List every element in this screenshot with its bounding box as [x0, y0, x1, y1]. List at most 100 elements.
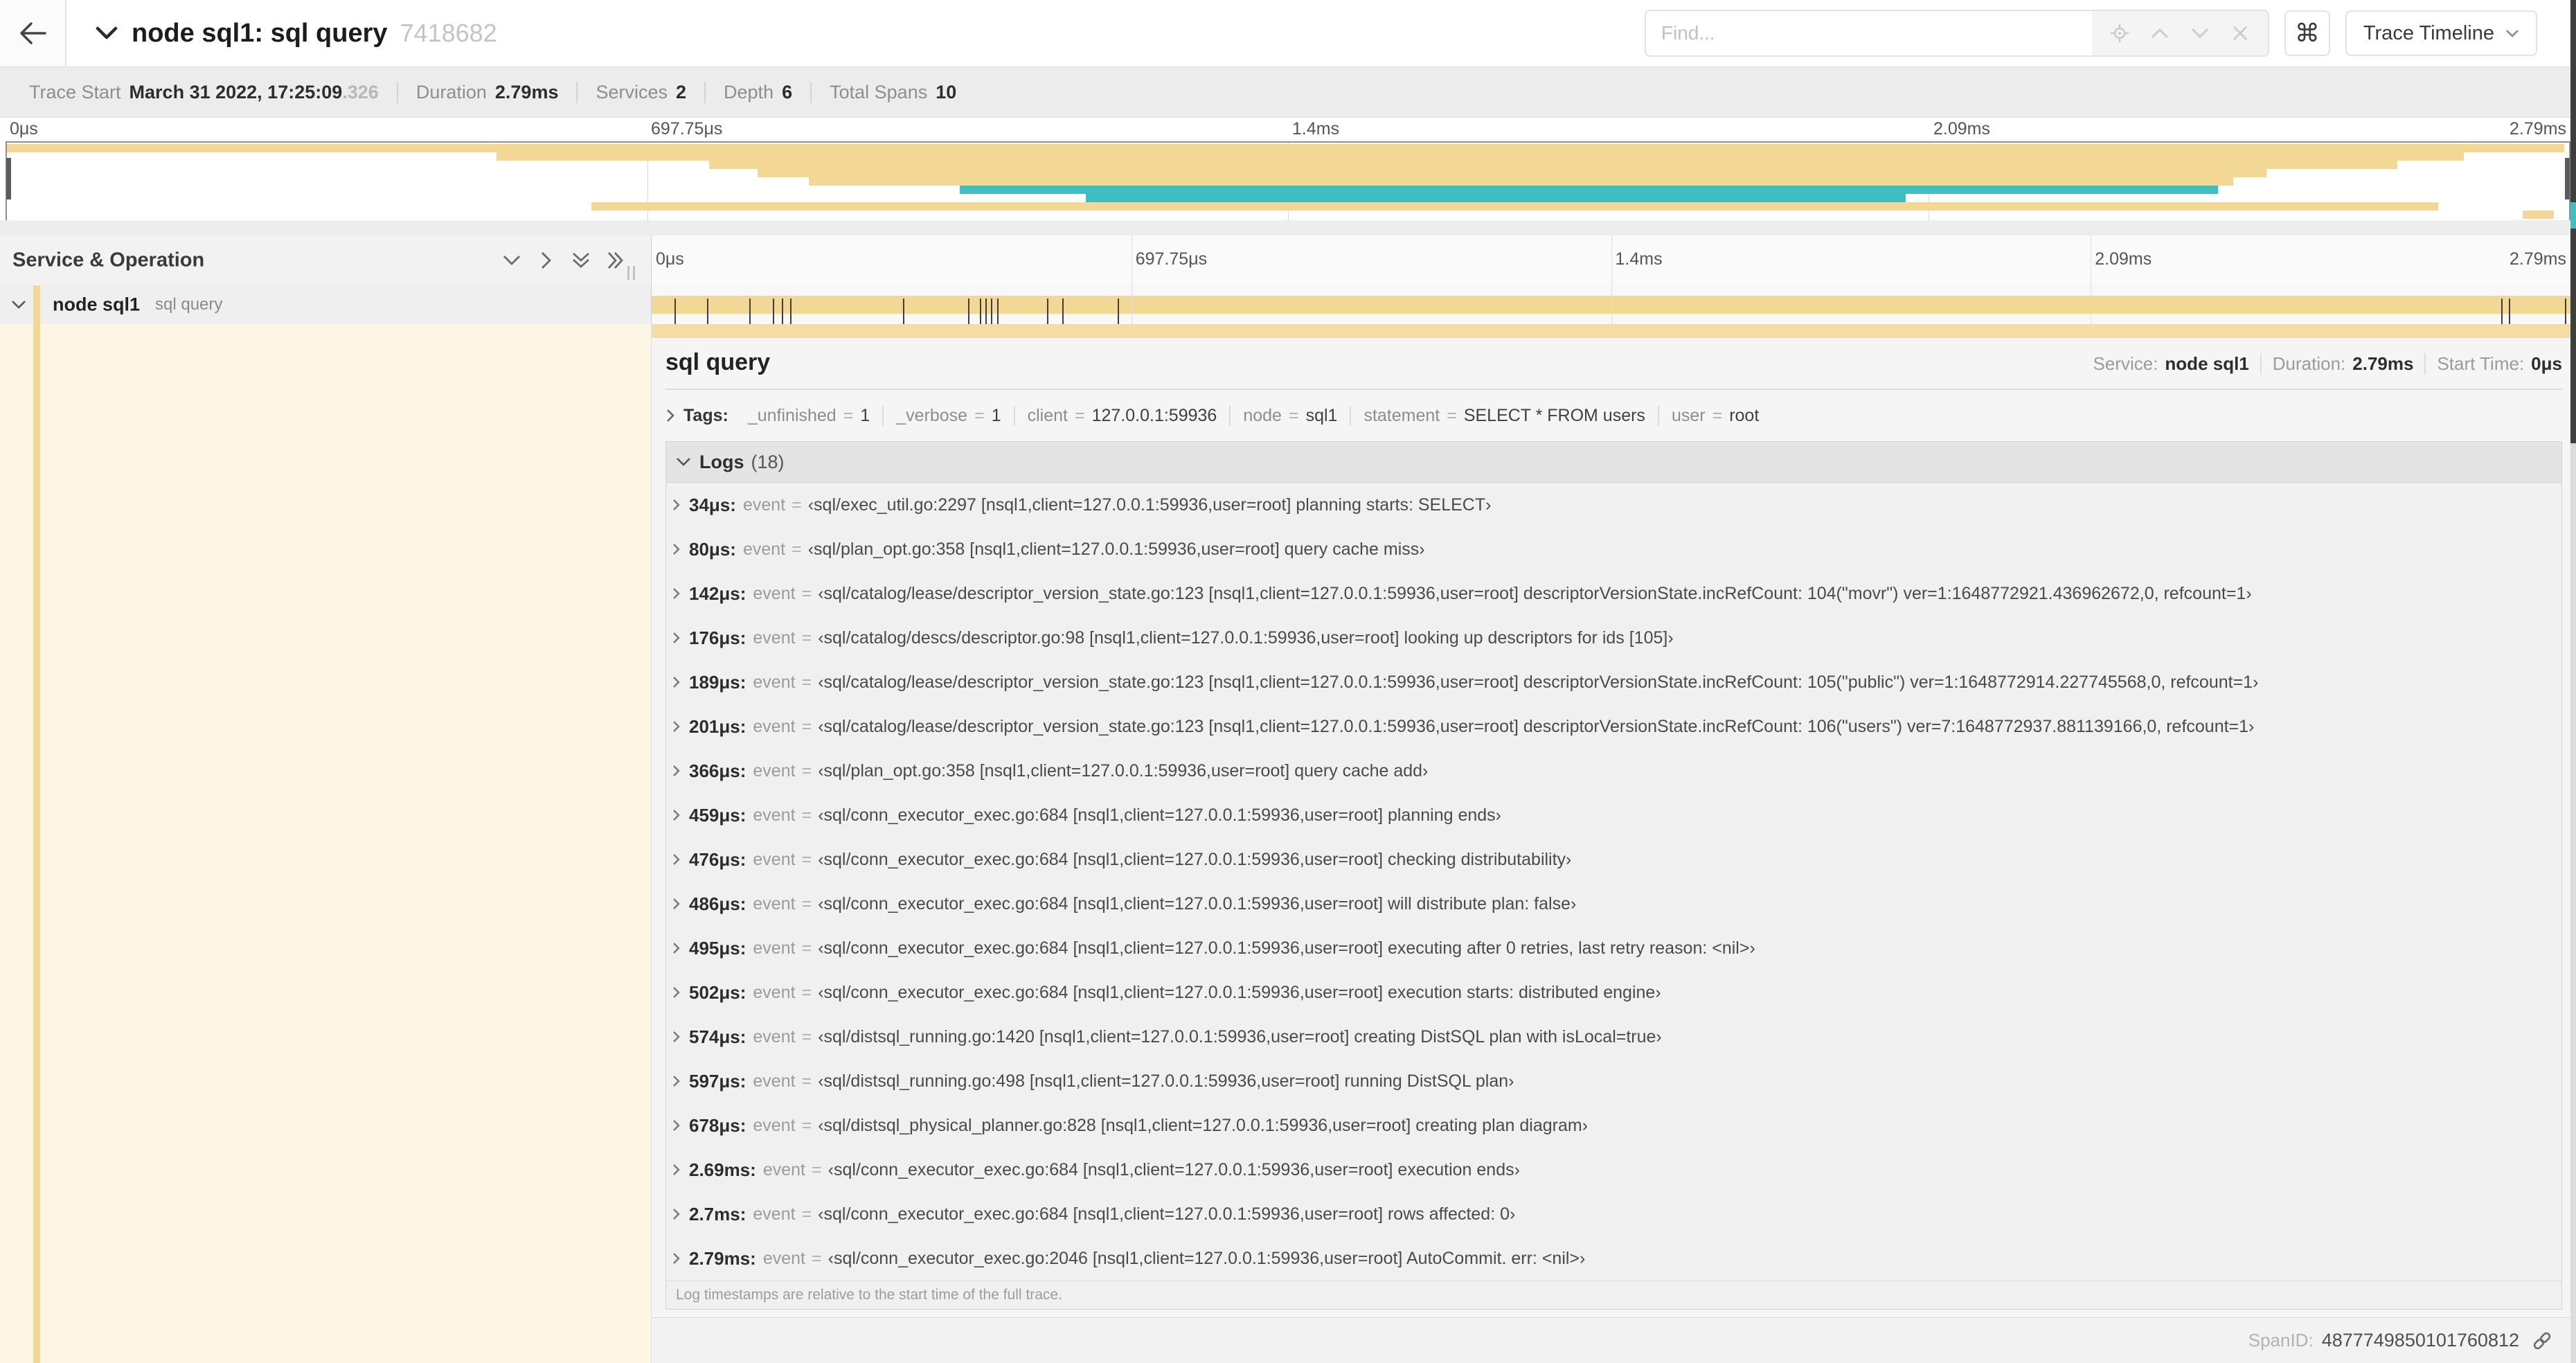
log-field-key: event	[753, 1071, 796, 1091]
log-field-key: event	[742, 495, 786, 515]
log-entry[interactable]: 201μs: event = ‹sql/catalog/lease/descripto…	[666, 704, 2561, 749]
prev-result-icon[interactable]	[2142, 15, 2178, 51]
log-message: ‹sql/catalog/lease/descriptor_version_st…	[818, 583, 2252, 603]
chevron-right-icon	[673, 1209, 680, 1220]
log-entry[interactable]: 2.69ms: event = ‹sql/conn_executor_exec.go:…	[666, 1148, 2561, 1192]
collapse-one-icon[interactable]	[501, 250, 522, 271]
tag-key: _verbose	[896, 405, 968, 425]
find-input[interactable]	[1645, 11, 2092, 55]
summary-item-label: Depth	[724, 81, 774, 103]
log-timestamp: 502μs:	[689, 981, 746, 1003]
keyboard-shortcuts-button[interactable]: ⌘	[2284, 10, 2330, 56]
find-result-controls	[2091, 11, 2268, 55]
span-row-node-sql1[interactable]: node sql1 sql query	[0, 285, 2576, 331]
timeline-tick-label: 1.4ms	[1615, 249, 1663, 269]
summary-item-label: Trace Start	[29, 81, 121, 103]
tag-key: user	[1671, 405, 1706, 425]
column-resizer-grip[interactable]	[627, 266, 635, 280]
log-entry[interactable]: 597μs: event = ‹sql/distsql_running.go:498 …	[666, 1059, 2561, 1103]
clear-search-icon[interactable]	[2222, 15, 2258, 51]
timeline-gridline	[1611, 285, 1612, 324]
chevron-right-icon	[673, 810, 680, 821]
log-entry[interactable]: 495μs: event = ‹sql/conn_executor_exec.go:6…	[666, 926, 2561, 970]
tag-key: node	[1243, 405, 1282, 425]
tag-item: statement = SELECT * FROM users	[1350, 405, 1658, 426]
span-row-name-cell[interactable]: node sql1 sql query	[0, 285, 652, 324]
log-timestamp: 201μs:	[689, 715, 746, 737]
log-message: ‹sql/distsql_running.go:1420 [nsql1,clie…	[818, 1026, 1662, 1046]
log-message: ‹sql/distsql_running.go:498 [nsql1,clien…	[818, 1071, 1514, 1091]
span-color-stripe	[33, 285, 40, 324]
viewrange-right-handle[interactable]	[2565, 158, 2570, 199]
log-equals: =	[812, 1159, 822, 1179]
log-message: ‹sql/conn_executor_exec.go:2046 [nsql1,c…	[828, 1248, 1586, 1268]
log-message: ‹sql/distsql_physical_planner.go:828 [ns…	[818, 1115, 1589, 1135]
tags-toggle[interactable]: Tags:	[665, 406, 735, 426]
span-collapse-chevron-icon[interactable]	[11, 300, 26, 310]
minimap-canvas[interactable]	[6, 141, 2570, 222]
page-scrollbar[interactable]	[2570, 0, 2576, 1363]
log-entry[interactable]: 678μs: event = ‹sql/distsql_physical_planne…	[666, 1103, 2561, 1148]
log-timestamp: 495μs:	[689, 937, 746, 959]
focus-result-icon[interactable]	[2102, 15, 2138, 51]
trace-view-selector[interactable]: Trace Timeline	[2345, 10, 2537, 56]
expand-one-icon[interactable]	[536, 250, 557, 271]
span-detail-panel: sql query Service: node sql1 Duration: 2.79…	[665, 338, 2562, 1317]
log-field-key: event	[753, 982, 796, 1002]
viewrange-left-handle[interactable]	[6, 158, 11, 199]
back-button[interactable]	[0, 0, 66, 66]
log-entry[interactable]: 176μs: event = ‹sql/catalog/descs/descripto…	[666, 616, 2561, 660]
span-service-name: node sql1	[53, 294, 141, 315]
log-entry[interactable]: 80μs: event = ‹sql/plan_opt.go:358 [nsql1,c…	[666, 527, 2561, 571]
log-message: ‹sql/catalog/descs/descriptor.go:98 [nsq…	[818, 627, 1674, 648]
logs-header[interactable]: Logs (18)	[666, 442, 2561, 483]
chevron-right-icon	[673, 898, 680, 909]
tag-equals: =	[1447, 405, 1457, 425]
timeline-tick-label: 0μs	[10, 119, 38, 139]
log-entry[interactable]: 459μs: event = ‹sql/conn_executor_exec.go:6…	[666, 793, 2561, 837]
log-entry[interactable]: 2.79ms: event = ‹sql/conn_executor_exec.go:…	[666, 1236, 2561, 1281]
tag-value: sql1	[1305, 405, 1338, 425]
tag-equals: =	[1712, 405, 1723, 425]
tag-item: client = 127.0.0.1:59936	[1013, 405, 1230, 426]
log-timestamp: 2.69ms:	[689, 1159, 756, 1180]
log-entry[interactable]: 574μs: event = ‹sql/distsql_running.go:1420…	[666, 1015, 2561, 1059]
log-equals: =	[812, 1248, 822, 1268]
log-field-key: event	[753, 627, 796, 648]
copy-link-icon[interactable]	[2530, 1329, 2554, 1353]
collapse-all-icon[interactable]	[571, 250, 591, 271]
timeline-tick-label: 2.79ms	[2510, 119, 2566, 139]
log-field-key: event	[753, 893, 796, 914]
log-message: ‹sql/conn_executor_exec.go:684 [nsql1,cl…	[828, 1159, 1520, 1179]
timeline-tick-label: 697.75μs	[651, 119, 723, 139]
minimap-span-bar	[708, 161, 2398, 169]
log-entry[interactable]: 486μs: event = ‹sql/conn_executor_exec.go:6…	[666, 882, 2561, 926]
span-row-timeline-cell[interactable]	[652, 285, 2570, 331]
detail-meta-item: Duration: 2.79ms	[2260, 353, 2425, 375]
log-timestamp: 597μs:	[689, 1070, 746, 1092]
tag-item: user = root	[1657, 405, 1771, 426]
log-entry[interactable]: 476μs: event = ‹sql/conn_executor_exec.go:6…	[666, 837, 2561, 882]
logs-title: Logs	[699, 451, 744, 472]
tags-row: Tags: _unfinished = 1 _verbose = 1 client = 127.…	[665, 401, 2562, 430]
expand-all-icon[interactable]	[605, 250, 626, 271]
log-equals: =	[801, 1204, 812, 1224]
log-equals: =	[791, 539, 802, 559]
chevron-right-icon	[673, 765, 680, 776]
detail-meta-value: 0μs	[2531, 353, 2562, 374]
next-result-icon[interactable]	[2182, 15, 2218, 51]
detail-meta-label: Service:	[2093, 353, 2158, 374]
span-id-label: SpanID:	[2248, 1330, 2314, 1351]
log-entry[interactable]: 189μs: event = ‹sql/catalog/lease/descripto…	[666, 660, 2561, 704]
collapse-trace-chevron-icon[interactable]	[96, 26, 118, 40]
log-field-key: event	[753, 1115, 796, 1135]
log-entry[interactable]: 2.7ms: event = ‹sql/conn_executor_exec.go:6…	[666, 1192, 2561, 1236]
log-entry[interactable]: 366μs: event = ‹sql/plan_opt.go:358 [nsql1,…	[666, 749, 2561, 793]
log-entry[interactable]: 34μs: event = ‹sql/exec_util.go:2297 [nsql1…	[666, 483, 2561, 527]
summary-item-value: 2	[676, 81, 687, 103]
log-entry[interactable]: 502μs: event = ‹sql/conn_executor_exec.go:6…	[666, 970, 2561, 1015]
log-message: ‹sql/catalog/lease/descriptor_version_st…	[818, 716, 2255, 736]
tag-equals: =	[843, 405, 854, 425]
scrollbar-teal-mark	[2570, 202, 2576, 229]
log-entry[interactable]: 142μs: event = ‹sql/catalog/lease/descripto…	[666, 571, 2561, 616]
